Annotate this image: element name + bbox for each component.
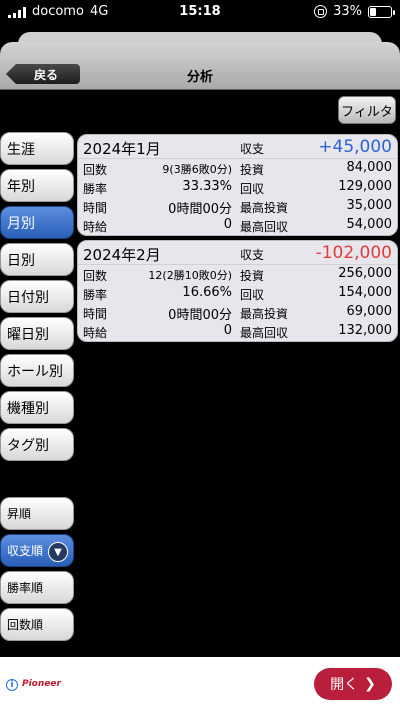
- time-label: 時間: [83, 201, 108, 215]
- status-right: 33%: [314, 4, 395, 19]
- info-icon[interactable]: i: [6, 679, 18, 691]
- analysis-sheet: 戻る 分析 フィルタ 生涯 年別 月別 日別 日付別 曜日別 ホール別 機種別 …: [0, 42, 400, 711]
- winrate-label: 勝率: [83, 182, 108, 196]
- ad-open-button[interactable]: 開く ❯: [314, 668, 392, 700]
- recover-label: 回収: [240, 182, 265, 196]
- max-recover-value: 132,000: [338, 323, 392, 338]
- invest-label: 投資: [240, 269, 265, 283]
- menu-by-day[interactable]: 日別: [0, 243, 74, 276]
- winrate-value: 33.33%: [182, 179, 232, 194]
- winrate-value: 16.66%: [182, 285, 232, 300]
- sort-by-winrate[interactable]: 勝率順: [0, 571, 74, 604]
- profit-value: -102,000: [315, 243, 392, 263]
- count-label: 回数: [83, 163, 108, 177]
- max-recover-label: 最高回収: [240, 220, 289, 234]
- menu-by-month[interactable]: 月別: [0, 206, 74, 239]
- card-month: 2024年2月: [83, 246, 161, 264]
- hourly-value: 0: [223, 217, 232, 232]
- recover-value: 154,000: [338, 285, 392, 300]
- invest-label: 投資: [240, 163, 265, 177]
- menu-by-year[interactable]: 年別: [0, 169, 74, 202]
- status-bar: docomo 4G 15:18 33%: [0, 0, 400, 26]
- sort-by-profit[interactable]: 収支順 ▼: [0, 534, 74, 567]
- max-invest-value: 69,000: [346, 304, 393, 319]
- max-invest-label: 最高投資: [240, 201, 289, 215]
- hourly-label: 時給: [83, 326, 108, 340]
- profit-label: 収支: [240, 248, 265, 262]
- menu-by-hall[interactable]: ホール別: [0, 354, 74, 387]
- battery-percent: 33%: [333, 4, 362, 19]
- max-invest-label: 最高投資: [240, 307, 289, 321]
- chevron-right-icon: ❯: [364, 676, 376, 692]
- sort-ascending[interactable]: 昇順: [0, 497, 74, 530]
- max-recover-value: 54,000: [346, 217, 393, 232]
- nav-bar: 戻る 分析: [0, 42, 400, 90]
- menu-by-machine[interactable]: 機種別: [0, 391, 74, 424]
- winrate-label: 勝率: [83, 288, 108, 302]
- menu-by-weekday[interactable]: 曜日別: [0, 317, 74, 350]
- menu-by-tag[interactable]: タグ別: [0, 428, 74, 461]
- recover-label: 回収: [240, 288, 265, 302]
- ad-brand-logo: Pioneer: [22, 679, 61, 689]
- card-month: 2024年1月: [83, 140, 161, 158]
- month-card[interactable]: 2024年1月 収支 +45,000 回数 9(3勝6敗0分) 投資 84,00…: [77, 134, 398, 236]
- count-value: 9(3勝6敗0分): [162, 163, 232, 176]
- recover-value: 129,000: [338, 179, 392, 194]
- menu-by-date[interactable]: 日付別: [0, 280, 74, 313]
- hourly-value: 0: [223, 323, 232, 338]
- filter-button[interactable]: フィルタ: [338, 96, 396, 124]
- month-card[interactable]: 2024年2月 収支 -102,000 回数 12(2勝10敗0分) 投資 25…: [77, 240, 398, 342]
- max-invest-value: 35,000: [346, 198, 393, 213]
- sort-by-count[interactable]: 回数順: [0, 608, 74, 641]
- menu-lifetime[interactable]: 生涯: [0, 132, 74, 165]
- sort-by-profit-label: 収支順: [7, 544, 44, 558]
- ad-open-label: 開く: [330, 677, 359, 693]
- time-value: 0時間00分: [168, 202, 232, 217]
- invest-value: 256,000: [338, 266, 392, 281]
- chevron-down-icon: ▼: [48, 542, 68, 562]
- rotation-lock-icon: [314, 5, 328, 18]
- max-recover-label: 最高回収: [240, 326, 289, 340]
- time-label: 時間: [83, 307, 108, 321]
- ad-banner[interactable]: i Pioneer 開く ❯: [0, 657, 400, 711]
- hourly-label: 時給: [83, 220, 108, 234]
- count-label: 回数: [83, 269, 108, 283]
- battery-icon: [368, 5, 395, 18]
- page-title: 分析: [186, 70, 213, 85]
- battery-fill: [370, 7, 377, 16]
- count-value: 12(2勝10敗0分): [148, 269, 232, 282]
- profit-value: +45,000: [318, 137, 392, 157]
- profit-label: 収支: [240, 142, 265, 156]
- time-value: 0時間00分: [168, 308, 232, 323]
- invest-value: 84,000: [346, 160, 393, 175]
